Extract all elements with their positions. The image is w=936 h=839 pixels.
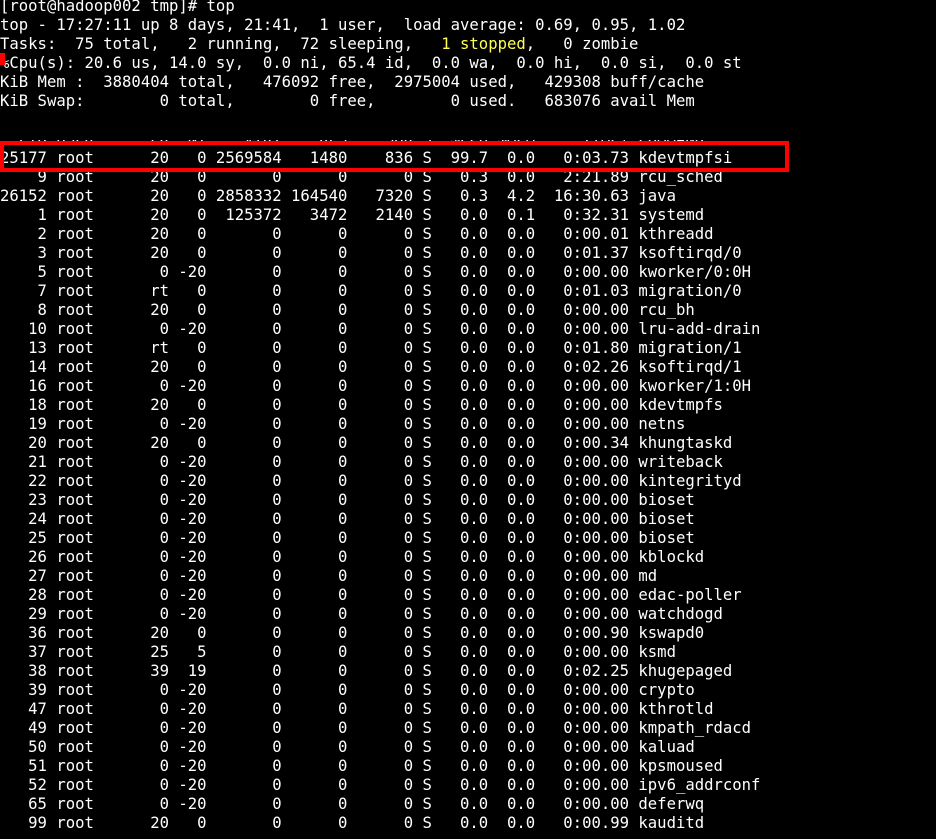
process-row: 47 root 0 -20 0 0 0 S 0.0 0.0 0:00.00 kt… — [0, 700, 714, 718]
process-row: 19 root 0 -20 0 0 0 S 0.0 0.0 0:00.00 ne… — [0, 415, 686, 433]
process-row: 49 root 0 -20 0 0 0 S 0.0 0.0 0:00.00 km… — [0, 719, 752, 737]
process-row: 22 root 0 -20 0 0 0 S 0.0 0.0 0:00.00 ki… — [0, 472, 742, 490]
process-row: 51 root 0 -20 0 0 0 S 0.0 0.0 0:00.00 kp… — [0, 757, 723, 775]
process-row: 25177 root 20 0 2569584 1480 836 S 99.7 … — [0, 149, 733, 167]
process-row: 50 root 0 -20 0 0 0 S 0.0 0.0 0:00.00 ka… — [0, 738, 695, 756]
process-row: 13 root rt 0 0 0 0 S 0.0 0.0 0:01.80 mig… — [0, 339, 742, 357]
process-row: 1 root 20 0 125372 3472 2140 S 0.0 0.1 0… — [0, 206, 705, 224]
process-row: 99 root 20 0 0 0 0 S 0.0 0.0 0:00.99 kau… — [0, 814, 705, 832]
process-row: 8 root 20 0 0 0 0 S 0.0 0.0 0:00.00 rcu_… — [0, 301, 695, 319]
uptime-load-line: top - 17:27:11 up 8 days, 21:41, 1 user,… — [0, 16, 686, 34]
process-row: 2 root 20 0 0 0 0 S 0.0 0.0 0:00.01 kthr… — [0, 225, 714, 243]
process-row: 23 root 0 -20 0 0 0 S 0.0 0.0 0:00.00 bi… — [0, 491, 695, 509]
red-marker — [0, 53, 5, 65]
process-row: 28 root 0 -20 0 0 0 S 0.0 0.0 0:00.00 ed… — [0, 586, 742, 604]
process-row: 27 root 0 -20 0 0 0 S 0.0 0.0 0:00.00 md — [0, 567, 658, 585]
process-row: 3 root 20 0 0 0 0 S 0.0 0.0 0:01.37 ksof… — [0, 244, 742, 262]
mem-line: KiB Mem : 3880404 total, 476092 free, 29… — [0, 73, 705, 91]
process-row: 24 root 0 -20 0 0 0 S 0.0 0.0 0:00.00 bi… — [0, 510, 695, 528]
process-row: 65 root 0 -20 0 0 0 S 0.0 0.0 0:00.00 de… — [0, 795, 705, 813]
tasks-stopped: 1 stopped — [441, 35, 526, 53]
process-row: 25 root 0 -20 0 0 0 S 0.0 0.0 0:00.00 bi… — [0, 529, 695, 547]
process-row: 39 root 0 -20 0 0 0 S 0.0 0.0 0:00.00 cr… — [0, 681, 695, 699]
process-row: 18 root 20 0 0 0 0 S 0.0 0.0 0:00.00 kde… — [0, 396, 723, 414]
terminal-window[interactable]: [root@hadoop002 tmp]# top top - 17:27:11… — [0, 0, 936, 833]
process-row: 9 root 20 0 0 0 0 S 0.3 0.0 2:21.89 rcu_… — [0, 168, 723, 186]
process-row: 14 root 20 0 0 0 0 S 0.0 0.0 0:02.26 kso… — [0, 358, 742, 376]
process-table: 25177 root 20 0 2569584 1480 836 S 99.7 … — [0, 149, 936, 833]
process-row: 52 root 0 -20 0 0 0 S 0.0 0.0 0:00.00 ip… — [0, 776, 761, 794]
process-row: 26 root 0 -20 0 0 0 S 0.0 0.0 0:00.00 kb… — [0, 548, 705, 566]
tasks-prefix: Tasks: 75 total, 2 running, 72 sleeping, — [0, 35, 442, 53]
process-row: 16 root 0 -20 0 0 0 S 0.0 0.0 0:00.00 kw… — [0, 377, 752, 395]
process-row: 26152 root 20 0 2858332 164540 7320 S 0.… — [0, 187, 676, 205]
process-row: 29 root 0 -20 0 0 0 S 0.0 0.0 0:00.00 wa… — [0, 605, 723, 623]
swap-line: KiB Swap: 0 total, 0 free, 0 used. 68307… — [0, 92, 695, 110]
process-row: 36 root 20 0 0 0 0 S 0.0 0.0 0:00.90 ksw… — [0, 624, 705, 642]
tasks-suffix: , 0 zombie — [525, 35, 639, 53]
process-row: 21 root 0 -20 0 0 0 S 0.0 0.0 0:00.00 wr… — [0, 453, 723, 471]
process-row: 38 root 39 19 0 0 0 S 0.0 0.0 0:02.25 kh… — [0, 662, 733, 680]
shell-prompt: [root@hadoop002 tmp]# top — [0, 0, 235, 15]
process-row: 5 root 0 -20 0 0 0 S 0.0 0.0 0:00.00 kwo… — [0, 263, 752, 281]
process-row: 20 root 20 0 0 0 0 S 0.0 0.0 0:00.34 khu… — [0, 434, 733, 452]
process-table-header: PID USER PR NI VIRT RES SHR S %CPU %MEM … — [0, 130, 705, 148]
process-row: 10 root 0 -20 0 0 0 S 0.0 0.0 0:00.00 lr… — [0, 320, 761, 338]
process-row: 37 root 25 5 0 0 0 S 0.0 0.0 0:00.00 ksm… — [0, 643, 676, 661]
tasks-line: Tasks: 75 total, 2 running, 72 sleeping,… — [0, 35, 936, 54]
process-row: 7 root rt 0 0 0 0 S 0.0 0.0 0:01.03 migr… — [0, 282, 742, 300]
cpu-line: %Cpu(s): 20.6 us, 14.0 sy, 0.0 ni, 65.4 … — [0, 54, 742, 72]
